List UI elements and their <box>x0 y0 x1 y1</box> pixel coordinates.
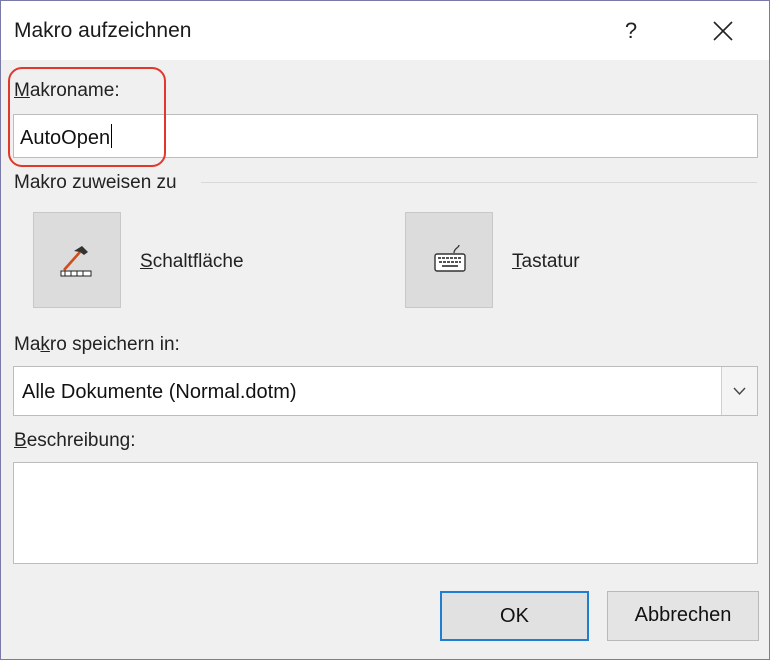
close-button[interactable] <box>699 11 747 51</box>
assign-keyboard-label[interactable]: Tastatur <box>512 251 580 273</box>
highlight-annotation <box>8 67 166 167</box>
assign-group-label: Makro zuweisen zu <box>14 172 177 193</box>
description-label-rest: eschreibung: <box>26 430 136 451</box>
store-in-label: Makro speichern in: <box>14 334 180 356</box>
assign-keyboard-label-rest: astatur <box>521 251 580 272</box>
assign-keyboard-hotkey: T <box>512 251 522 272</box>
dropdown-button[interactable] <box>721 367 757 415</box>
description-textarea[interactable] <box>13 462 758 564</box>
ok-button[interactable]: OK <box>440 591 589 641</box>
assign-button-label[interactable]: Schaltfläche <box>140 251 244 273</box>
store-in-hotkey: k <box>40 334 50 355</box>
title-bar: Makro aufzeichnen ? <box>1 1 769 60</box>
assign-button-button[interactable] <box>33 212 121 308</box>
record-macro-dialog: Makro aufzeichnen ? Makroname: AutoOpen … <box>0 0 770 660</box>
store-in-label-pre: Ma <box>14 334 41 355</box>
close-icon <box>713 21 733 41</box>
cancel-button[interactable]: Abbrechen <box>607 591 759 641</box>
assign-button-hotkey: S <box>140 251 153 272</box>
store-in-select[interactable]: Alle Dokumente (Normal.dotm) <box>13 366 758 416</box>
help-button[interactable]: ? <box>606 11 656 51</box>
description-label: Beschreibung: <box>14 430 135 452</box>
store-in-selected-value: Alle Dokumente (Normal.dotm) <box>22 381 297 403</box>
assign-button-label-rest: chaltfläche <box>152 251 244 272</box>
group-separator <box>201 182 757 183</box>
description-hotkey: B <box>14 430 27 451</box>
assign-keyboard-button[interactable] <box>405 212 493 308</box>
store-in-label-rest: ro speichern in: <box>49 334 180 355</box>
hammer-toolbar-icon <box>60 246 92 277</box>
keyboard-icon <box>434 244 466 272</box>
dialog-title: Makro aufzeichnen <box>14 19 192 42</box>
chevron-down-icon <box>733 387 746 396</box>
